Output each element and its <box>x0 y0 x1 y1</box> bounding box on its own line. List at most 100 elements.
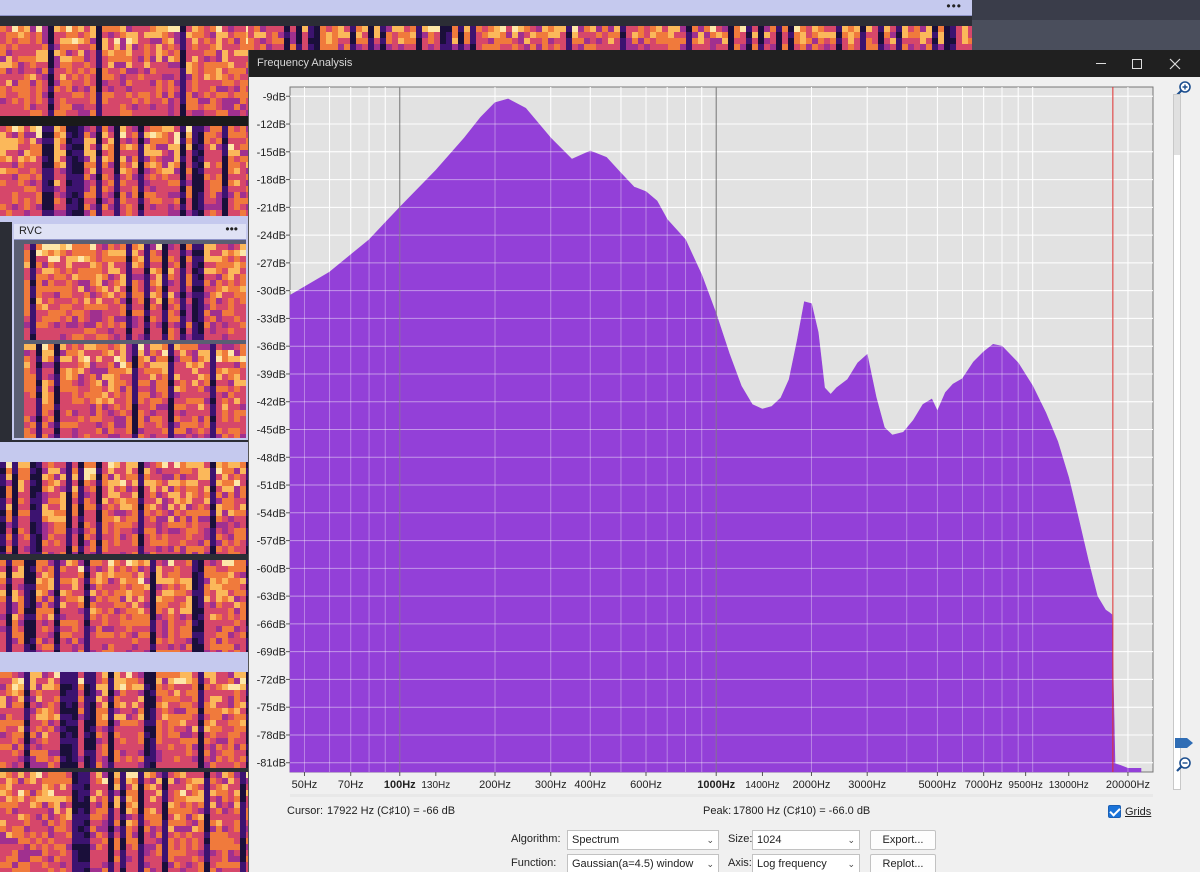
x-tick-label: 7000Hz <box>965 779 1003 791</box>
cursor-label: Cursor: <box>287 805 324 817</box>
zoom-slider-track[interactable] <box>1173 94 1181 790</box>
peak-label: Peak: <box>703 805 732 817</box>
window-title: Frequency Analysis <box>257 57 353 69</box>
maximize-icon <box>1132 59 1142 69</box>
spectrogram-track-1-channel-1[interactable] <box>0 26 248 116</box>
track-divider <box>0 442 248 462</box>
spectrogram-rvc-channel-1[interactable] <box>24 244 246 340</box>
cursor-readout: 17922 Hz (C♯10) = -66 dB <box>327 805 456 817</box>
track-header-bar[interactable]: ••• <box>0 0 972 16</box>
close-button[interactable] <box>1155 50 1195 77</box>
x-tick-label: 130Hz <box>421 780 450 791</box>
x-tick-label: 100Hz <box>384 779 416 791</box>
size-select-value: 1024 <box>757 834 782 846</box>
y-tick-label: -9dB <box>263 91 286 103</box>
track-divider <box>0 652 248 672</box>
axis-select-value: Log frequency <box>757 858 827 870</box>
spectrogram-rvc-channel-2[interactable] <box>24 344 246 438</box>
spectrogram-track-3-channel-1[interactable] <box>0 462 248 554</box>
x-tick-label: 9500Hz <box>1008 780 1042 791</box>
y-tick-label: -81dB <box>257 758 286 770</box>
screen: ••• RVC ••• Frequency Analysis -9dB -12d… <box>0 0 1200 872</box>
y-tick-label: -75dB <box>257 702 286 714</box>
algorithm-select[interactable]: Spectrum ⌄ <box>567 830 719 850</box>
rvc-track-label: RVC <box>19 225 43 237</box>
minimize-button[interactable] <box>1081 50 1121 77</box>
frequency-analysis-window: Frequency Analysis -9dB -12dB -15dB -18dB -2… <box>248 50 1200 872</box>
track-menu-icon[interactable]: ••• <box>946 0 962 12</box>
y-tick-label: -24dB <box>257 230 286 242</box>
grids-label[interactable]: Grids <box>1125 806 1151 818</box>
x-tick-label: 1000Hz <box>697 779 735 791</box>
x-tick-label: 50Hz <box>292 779 318 791</box>
axis-select[interactable]: Log frequency ⌄ <box>752 854 860 872</box>
size-label: Size: <box>728 833 753 845</box>
y-tick-label: -45dB <box>257 425 286 437</box>
y-tick-label: -36dB <box>257 341 286 353</box>
zoom-slider-thumb[interactable] <box>1174 95 1180 155</box>
x-tick-label: 400Hz <box>574 779 606 791</box>
function-select[interactable]: Gaussian(a=4.5) window ⌄ <box>567 854 719 872</box>
x-tick-label: 300Hz <box>535 779 567 791</box>
rvc-track[interactable]: RVC ••• <box>12 222 248 440</box>
replot-button[interactable]: Replot... <box>870 854 936 872</box>
x-tick-label: 2000Hz <box>793 779 831 791</box>
window-titlebar[interactable]: Frequency Analysis <box>249 50 1200 77</box>
rvc-track-menu-icon[interactable]: ••• <box>225 222 238 236</box>
track-panel-right <box>972 0 1200 52</box>
grids-label-text: Grids <box>1125 806 1152 818</box>
y-tick-label: -12dB <box>257 119 286 131</box>
x-tick-label: 13000Hz <box>1049 780 1089 791</box>
y-tick-label: -57dB <box>257 536 286 548</box>
y-tick-label: -78dB <box>257 730 286 742</box>
spectrogram-track-4-channel-1[interactable] <box>0 672 248 768</box>
channel-divider <box>0 116 248 126</box>
chevron-down-icon: ⌄ <box>706 859 714 869</box>
y-tick-label: -54dB <box>257 508 286 520</box>
spectrogram-track-1-strip[interactable] <box>248 26 972 50</box>
peak-readout: 17800 Hz (C♯10) = -66.0 dB <box>733 805 871 817</box>
y-tick-label: -33dB <box>257 313 286 325</box>
spectrogram-track-1-channel-2[interactable] <box>0 126 248 216</box>
y-tick-label: -72dB <box>257 674 286 686</box>
x-tick-label: 70Hz <box>338 779 364 791</box>
chevron-down-icon: ⌄ <box>706 835 714 845</box>
y-tick-label: -66dB <box>257 619 286 631</box>
grids-checkbox[interactable] <box>1108 805 1121 818</box>
x-tick-label: 3000Hz <box>848 779 886 791</box>
function-label: Function: <box>511 857 557 869</box>
x-tick-label: 200Hz <box>479 779 511 791</box>
spectrogram-track-4-channel-2[interactable] <box>0 772 248 872</box>
x-tick-label: 20000Hz <box>1106 779 1150 791</box>
y-tick-label: -27dB <box>257 258 286 270</box>
x-tick-label: 600Hz <box>630 779 662 791</box>
y-tick-label: -60dB <box>257 563 286 575</box>
function-select-value: Gaussian(a=4.5) window <box>572 858 694 870</box>
spectrogram-track-3-channel-2[interactable] <box>0 560 248 652</box>
y-tick-label: -51dB <box>257 480 286 492</box>
zoom-out-icon[interactable] <box>1175 756 1193 774</box>
algorithm-select-value: Spectrum <box>572 834 620 846</box>
chevron-down-icon: ⌄ <box>847 835 855 845</box>
maximize-button[interactable] <box>1117 50 1157 77</box>
export-button[interactable]: Export... <box>870 830 936 850</box>
size-select[interactable]: 1024 ⌄ <box>752 830 860 850</box>
y-tick-label: -39dB <box>257 369 286 381</box>
plot-scrollbar[interactable] <box>290 794 1153 797</box>
y-tick-label: -69dB <box>257 647 286 659</box>
spectrum-plot[interactable]: -9dB -12dB -15dB -18dB -21dB -24dB -27dB -30dB -… <box>249 77 1173 803</box>
y-tick-label: -18dB <box>257 175 286 187</box>
close-icon <box>1169 58 1181 70</box>
y-tick-label: -15dB <box>257 147 286 159</box>
x-tick-label: 5000Hz <box>918 779 956 791</box>
y-tick-label: -42dB <box>257 397 286 409</box>
y-tick-label: -30dB <box>257 286 286 298</box>
algorithm-label: Algorithm: <box>511 833 561 845</box>
zoom-slider-handle-icon[interactable] <box>1173 736 1195 750</box>
y-tick-label: -48dB <box>257 452 286 464</box>
rvc-track-header[interactable]: RVC ••• <box>14 222 246 240</box>
chevron-down-icon: ⌄ <box>847 859 855 869</box>
minimize-icon <box>1096 63 1106 64</box>
y-tick-label: -21dB <box>257 202 286 214</box>
axis-label: Axis: <box>728 857 752 869</box>
